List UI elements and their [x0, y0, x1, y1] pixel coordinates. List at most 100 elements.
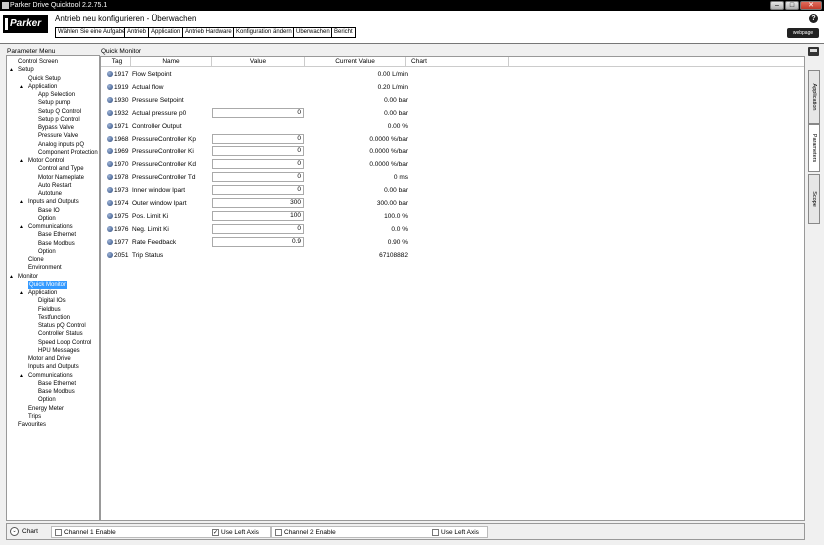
tree-item[interactable]: Base Ethernet	[38, 231, 76, 239]
tree-item[interactable]: ▲ Motor Control	[19, 157, 64, 165]
tree-item[interactable]: Testfunction	[38, 314, 70, 322]
report-button[interactable]: Bericht	[331, 27, 356, 38]
tree-item[interactable]: Auto Restart	[38, 182, 71, 190]
tab-scope[interactable]: Scope	[808, 174, 820, 224]
drive-hardware-button[interactable]: Antrieb Hardware	[182, 27, 235, 38]
table-row[interactable]: 1976 Neg. Limit Ki 0 0.0 %	[101, 223, 804, 236]
column-name[interactable]: Name	[131, 58, 211, 65]
row-value-input[interactable]: 0	[212, 223, 304, 234]
row-value-input[interactable]: 0.9	[212, 236, 304, 247]
row-value-input[interactable]: 0	[212, 172, 304, 183]
column-chart[interactable]: Chart	[406, 58, 432, 65]
table-row[interactable]: 1919 Actual flow 0.20 L/min	[101, 81, 804, 94]
tab-parameters[interactable]: Parameters	[808, 124, 820, 172]
tree-item[interactable]: Setup Q Control	[38, 108, 81, 116]
application-button[interactable]: Application	[148, 27, 184, 38]
tree-item[interactable]: Option	[38, 215, 56, 223]
row-value-input[interactable]: 0	[212, 146, 304, 157]
table-row[interactable]: 1968 PressureController Kp 0 0.0000 %/bar	[101, 133, 804, 146]
table-row[interactable]: 1930 Pressure Setpoint 0.00 bar	[101, 94, 804, 107]
tree-item[interactable]: Base IO	[38, 207, 60, 215]
expand-toggle-icon[interactable]: ▲	[19, 289, 24, 297]
expand-toggle-icon[interactable]: ▲	[19, 198, 24, 206]
channel-1-enable-checkbox[interactable]	[55, 529, 62, 536]
tree-item[interactable]: Favourites	[18, 421, 46, 429]
tree-item[interactable]: App Selection	[38, 91, 75, 99]
maximize-button[interactable]: □	[785, 1, 799, 10]
expand-toggle-icon[interactable]: ▲	[19, 372, 24, 380]
expand-toggle-icon[interactable]: ▲	[19, 223, 24, 231]
tree-item[interactable]: Autotune	[38, 190, 62, 198]
tree-item[interactable]: Motor Nameplate	[38, 174, 84, 182]
tree-item[interactable]: HPU Messages	[38, 347, 80, 355]
table-row[interactable]: 1975 Pos. Limit Ki 100 100.0 %	[101, 210, 804, 223]
select-task-button[interactable]: Wählen Sie eine Aufgabe	[55, 27, 129, 38]
tree-item[interactable]: Option	[38, 248, 56, 256]
help-icon[interactable]: ?	[809, 14, 818, 23]
tree-item[interactable]: Clone	[28, 256, 44, 264]
expand-toggle-icon[interactable]: ▲	[19, 157, 24, 165]
tree-item[interactable]: Controller Status	[38, 330, 83, 338]
tree-item[interactable]: Analog inputs pQ	[38, 141, 84, 149]
tree-item[interactable]: Base Modbus	[38, 240, 75, 248]
use-left-axis-1-checkbox[interactable]: ✓	[212, 529, 219, 536]
tree-item[interactable]: Speed Loop Control	[38, 339, 91, 347]
table-row[interactable]: 1974 Outer window Ipart 300 300.00 bar	[101, 197, 804, 210]
tree-item[interactable]: Base Ethernet	[38, 380, 76, 388]
table-row[interactable]: 1932 Actual pressure p0 0 0.00 bar	[101, 107, 804, 120]
tree-item[interactable]: Pressure Valve	[38, 132, 78, 140]
row-value-input[interactable]: 300	[212, 198, 304, 208]
chart-expand-icon[interactable]: ⌄	[10, 527, 19, 536]
close-button[interactable]: ✕	[800, 1, 822, 10]
webpage-button[interactable]: webpage	[787, 28, 819, 38]
tree-item[interactable]: Motor and Drive	[28, 355, 71, 363]
table-row[interactable]: 1973 Inner window Ipart 0 0.00 bar	[101, 184, 804, 197]
tree-item[interactable]: Environment	[28, 264, 62, 272]
table-row[interactable]: 1977 Rate Feedback 0.9 0.90 %	[101, 236, 804, 249]
tree-item[interactable]: Trips	[28, 413, 41, 421]
tree-item[interactable]: Inputs and Outputs	[28, 363, 79, 371]
tree-item[interactable]: ▲ Monitor	[9, 273, 38, 281]
tree-item[interactable]: Option	[38, 396, 56, 404]
table-row[interactable]: 1917 Flow Setpoint 0.00 L/min	[101, 68, 804, 81]
tree-item[interactable]: Digital IOs	[38, 297, 66, 305]
tree-item[interactable]: ▲ Inputs and Outputs	[19, 198, 79, 206]
tree-item[interactable]: Setup p Control	[38, 116, 80, 124]
tree-item[interactable]: Component Protection	[38, 149, 98, 157]
expand-toggle-icon[interactable]: ▲	[9, 66, 14, 74]
tree-item[interactable]: Base Modbus	[38, 388, 75, 396]
expand-toggle-icon[interactable]: ▲	[19, 83, 24, 91]
row-value-input[interactable]: 0	[212, 107, 304, 118]
table-row[interactable]: 1970 PressureController Kd 0 0.0000 %/bar	[101, 158, 804, 171]
tree-item[interactable]: Quick Monitor	[28, 280, 68, 289]
monitor-button[interactable]: Überwachen	[293, 27, 333, 38]
tree-item[interactable]: ▲ Setup	[9, 66, 34, 74]
tree-item[interactable]: Energy Meter	[28, 405, 64, 413]
parameter-tree[interactable]: Control Screen ▲ Setup Quick Setup ▲ Applicat…	[6, 55, 100, 521]
change-configuration-button[interactable]: Konfiguration ändern	[233, 27, 295, 38]
column-current-value[interactable]: Current Value	[305, 58, 405, 65]
tree-item[interactable]: Bypass Valve	[38, 124, 74, 132]
use-left-axis-2-checkbox[interactable]	[432, 529, 439, 536]
table-row[interactable]: 1978 PressureController Td 0 0 ms	[101, 171, 804, 184]
tree-item[interactable]: ▲ Application	[19, 83, 57, 91]
tree-item[interactable]: Quick Setup	[28, 75, 61, 83]
column-tag[interactable]: Tag	[107, 58, 127, 65]
expand-toggle-icon[interactable]: ▲	[9, 273, 14, 281]
drive-button[interactable]: Antrieb	[124, 27, 150, 38]
minimize-button[interactable]: –	[770, 1, 784, 10]
tree-item[interactable]: ▲ Application	[19, 289, 57, 297]
row-value-input[interactable]: 0	[212, 185, 304, 196]
table-row[interactable]: 2051 Trip Status 67108882	[101, 249, 804, 262]
row-value-input[interactable]: 0	[212, 133, 304, 144]
row-value-input[interactable]: 100	[212, 210, 304, 221]
tree-item[interactable]: Control and Type	[38, 165, 84, 173]
print-icon[interactable]	[808, 47, 819, 56]
table-row[interactable]: 1971 Controller Output 0.00 %	[101, 120, 804, 133]
column-value[interactable]: Value	[212, 58, 304, 65]
channel-2-enable-checkbox[interactable]	[275, 529, 282, 536]
tree-item[interactable]: Control Screen	[18, 58, 58, 66]
row-value-input[interactable]: 0	[212, 159, 304, 170]
tree-item[interactable]: ▲ Communications	[19, 372, 73, 380]
tree-item[interactable]: Status pQ Control	[38, 322, 86, 330]
